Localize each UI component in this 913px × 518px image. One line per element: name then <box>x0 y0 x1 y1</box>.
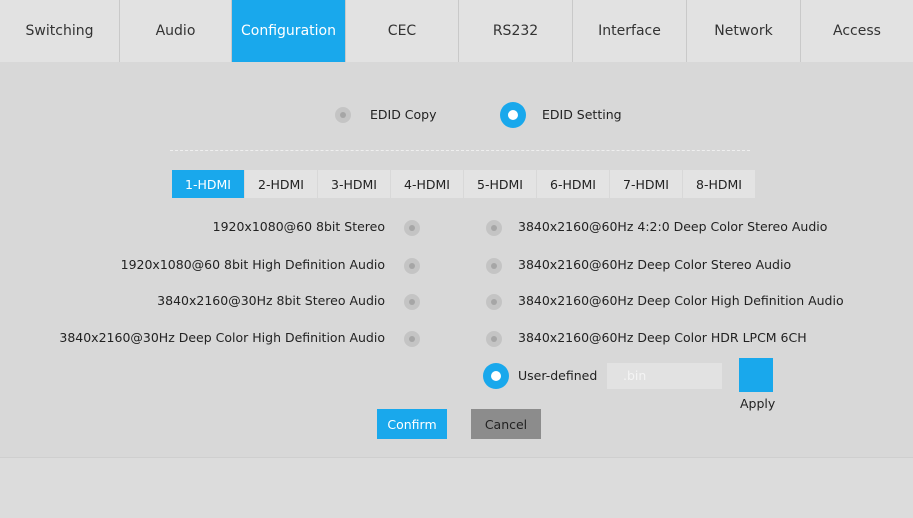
edid-option-radio[interactable] <box>404 331 420 347</box>
tab-label: Audio <box>155 23 196 39</box>
user-defined-radio[interactable] <box>483 363 509 389</box>
edid-option-label: 3840x2160@60Hz Deep Color High Definitio… <box>518 293 844 308</box>
edid-setting-label: EDID Setting <box>542 107 622 122</box>
footer-bar <box>0 457 913 518</box>
edid-option-label: 3840x2160@30Hz 8bit Stereo Audio <box>157 293 385 308</box>
edid-setting-radio[interactable] <box>500 102 526 128</box>
tab-audio[interactable]: Audio <box>120 0 232 62</box>
tab-configuration[interactable]: Configuration <box>232 0 346 62</box>
tab-interface[interactable]: Interface <box>573 0 687 62</box>
user-defined-label: User-defined <box>518 368 598 383</box>
confirm-button[interactable]: Confirm <box>377 409 447 439</box>
edid-option-radio[interactable] <box>486 258 502 274</box>
edid-option-radio[interactable] <box>486 220 502 236</box>
tab-rs232[interactable]: RS232 <box>459 0 573 62</box>
hdmi-tab-bar: 1-HDMI 2-HDMI 3-HDMI 4-HDMI 5-HDMI 6-HDM… <box>172 170 756 198</box>
tab-label: Configuration <box>241 23 336 39</box>
edid-option-radio[interactable] <box>486 331 502 347</box>
edid-option-radio[interactable] <box>486 294 502 310</box>
tab-label: Access <box>833 23 881 39</box>
tab-cec[interactable]: CEC <box>346 0 459 62</box>
edid-copy-radio[interactable] <box>335 107 351 123</box>
hdmi-tab-7[interactable]: 7-HDMI <box>610 170 682 198</box>
hdmi-tab-8[interactable]: 8-HDMI <box>683 170 755 198</box>
tab-label: Interface <box>598 23 661 39</box>
edid-option-label: 1920x1080@60 8bit High Definition Audio <box>120 257 385 272</box>
tab-label: Switching <box>25 23 94 39</box>
edid-option-label: 3840x2160@60Hz Deep Color HDR LPCM 6CH <box>518 330 807 345</box>
edid-option-radio[interactable] <box>404 294 420 310</box>
tab-label: Network <box>714 23 773 39</box>
edid-file-input[interactable] <box>607 363 722 389</box>
hdmi-tab-2[interactable]: 2-HDMI <box>245 170 317 198</box>
tab-network[interactable]: Network <box>687 0 801 62</box>
edid-option-radio[interactable] <box>404 220 420 236</box>
hdmi-tab-6[interactable]: 6-HDMI <box>537 170 609 198</box>
apply-label: Apply <box>740 396 776 411</box>
edid-option-label: 1920x1080@60 8bit Stereo <box>212 219 385 234</box>
edid-option-label: 3840x2160@60Hz 4:2:0 Deep Color Stereo A… <box>518 219 828 234</box>
tab-label: CEC <box>387 23 417 39</box>
tab-access[interactable]: Access <box>801 0 913 62</box>
top-nav: Switching Audio Configuration CEC RS232 … <box>0 0 913 63</box>
hdmi-tab-3[interactable]: 3-HDMI <box>318 170 390 198</box>
tab-switching[interactable]: Switching <box>0 0 120 62</box>
apply-upload-button[interactable] <box>739 358 773 392</box>
hdmi-tab-4[interactable]: 4-HDMI <box>391 170 463 198</box>
cancel-button[interactable]: Cancel <box>471 409 541 439</box>
tab-label: RS232 <box>492 23 539 39</box>
edid-option-radio[interactable] <box>404 258 420 274</box>
edid-option-label: 3840x2160@30Hz Deep Color High Definitio… <box>59 330 385 345</box>
hdmi-tab-1[interactable]: 1-HDMI <box>172 170 244 198</box>
edid-option-label: 3840x2160@60Hz Deep Color Stereo Audio <box>518 257 792 272</box>
divider <box>170 150 750 151</box>
hdmi-tab-5[interactable]: 5-HDMI <box>464 170 536 198</box>
edid-copy-label: EDID Copy <box>370 107 437 122</box>
